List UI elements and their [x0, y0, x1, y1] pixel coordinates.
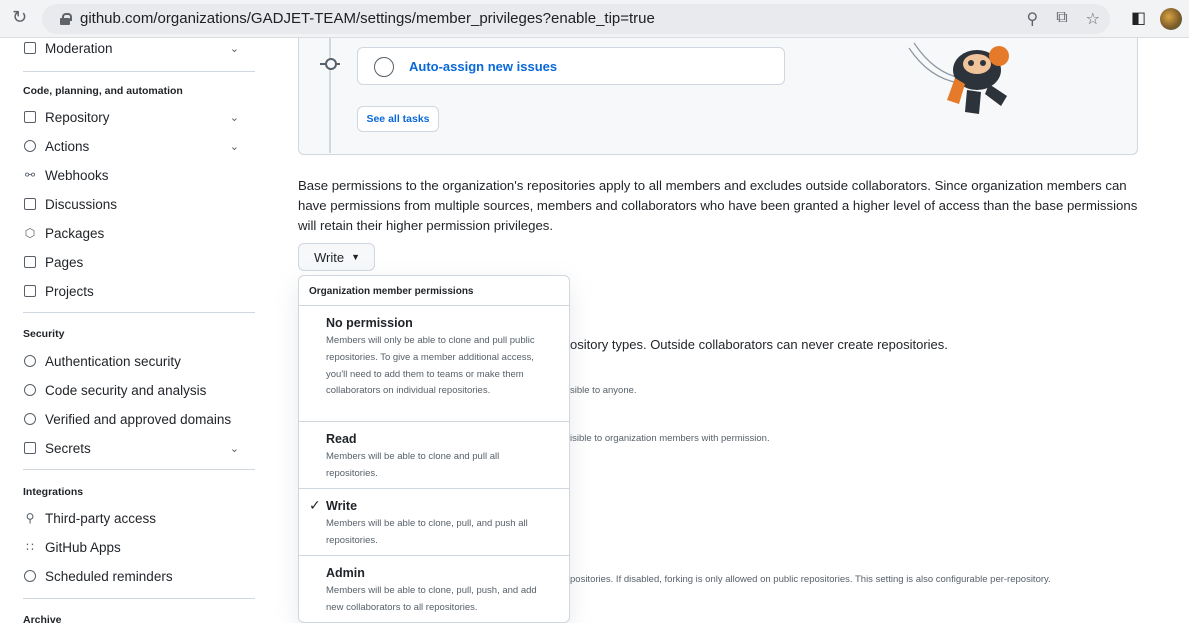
menu-item-no-permission[interactable]: No permission Members will only be able …	[299, 306, 569, 422]
zoom-icon[interactable]: ⚲	[1027, 9, 1039, 29]
webhook-icon: ⚯	[24, 168, 36, 182]
chevron-down-icon[interactable]: ⌄	[230, 42, 239, 55]
public-repo-note: sible to anyone.	[570, 385, 637, 396]
repo-icon	[23, 110, 37, 124]
key-icon: ⚲	[25, 511, 35, 525]
sidebar-item-label: Packages	[45, 225, 105, 241]
menu-item-description: Members will be able to clone, pull, pus…	[326, 585, 537, 613]
sidebar-item-repository[interactable]: Repository ⌄	[23, 104, 247, 130]
codescan-icon	[23, 383, 37, 397]
sidebar-item-label: Scheduled reminders	[45, 568, 173, 584]
sidebar-item-label: Webhooks	[45, 167, 109, 183]
private-repo-note: isible to organization members with perm…	[570, 433, 770, 444]
sidebar-item-label: Verified and approved domains	[45, 411, 232, 427]
address-bar[interactable]: github.com/organizations/GADJET-TEAM/set…	[42, 4, 1110, 34]
sidebar-item-pages[interactable]: Pages	[23, 249, 247, 275]
browser-toolbar: ↻ github.com/organizations/GADJET-TEAM/s…	[0, 0, 1189, 38]
chevron-down-icon[interactable]: ⌄	[230, 442, 239, 455]
asterisk-icon	[23, 441, 37, 455]
menu-item-read[interactable]: Read Members will be able to clone and p…	[299, 422, 569, 489]
divider	[23, 71, 255, 72]
sidebar-item-label: Repository	[45, 109, 110, 125]
sidebar-item-label: Secrets	[45, 440, 91, 456]
table-icon	[23, 284, 37, 298]
side-panel-icon[interactable]: ◧	[1131, 8, 1146, 28]
reload-icon[interactable]: ↻	[12, 7, 27, 28]
verified-icon	[23, 412, 37, 426]
comment-discussion-icon	[23, 197, 37, 211]
see-all-tasks-button[interactable]: See all tasks	[357, 106, 439, 132]
menu-item-title: No permission	[326, 316, 413, 330]
menu-item-description: Members will be able to clone and pull a…	[326, 451, 500, 479]
permissions-dropdown-menu: Organization member permissions No permi…	[298, 275, 570, 623]
sidebar-item-verified-domains[interactable]: Verified and approved domains	[23, 406, 247, 432]
caret-down-icon: ▼	[351, 252, 361, 262]
sidebar-item-label: Code security and analysis	[45, 382, 207, 398]
timeline-line	[329, 38, 331, 153]
sidebar-item-webhooks[interactable]: ⚯ Webhooks	[23, 162, 247, 188]
menu-item-admin[interactable]: Admin Members will be able to clone, pul…	[299, 556, 569, 622]
forking-note: positories. If disabled, forking is only…	[570, 574, 1051, 585]
sidebar-item-actions[interactable]: Actions ⌄	[23, 133, 247, 159]
task-auto-assign[interactable]: Auto-assign new issues	[357, 47, 785, 85]
task-status-circle-icon[interactable]	[374, 57, 394, 77]
menu-item-title: Admin	[326, 566, 365, 580]
chevron-down-icon[interactable]: ⌄	[230, 140, 239, 153]
selected-permission-label: Write	[314, 249, 345, 265]
sidebar-item-label: Discussions	[45, 196, 118, 212]
sidebar-item-moderation[interactable]: Moderation ⌄	[23, 35, 247, 61]
menu-item-description: Members will only be able to clone and p…	[326, 335, 535, 397]
profile-avatar[interactable]	[1160, 8, 1182, 30]
sidebar-item-scheduled-reminders[interactable]: Scheduled reminders	[23, 563, 247, 589]
task-link[interactable]: Auto-assign new issues	[409, 59, 557, 74]
base-permission-dropdown-button[interactable]: Write ▼	[298, 243, 375, 271]
sidebar-item-discussions[interactable]: Discussions	[23, 191, 247, 217]
lock-icon[interactable]	[60, 13, 72, 25]
sidebar-item-packages[interactable]: ⬡ Packages	[23, 220, 247, 246]
bookmark-star-icon[interactable]: ☆	[1086, 9, 1100, 29]
section-header-security: Security	[23, 328, 65, 340]
share-icon[interactable]: ⧉	[1056, 9, 1067, 29]
divider	[23, 598, 255, 599]
onboarding-tasks-card: Auto-assign new issues See all tasks	[298, 38, 1138, 155]
sidebar-item-label: Authentication security	[45, 353, 181, 369]
browser-icon	[23, 255, 37, 269]
shield-lock-icon	[23, 354, 37, 368]
menu-header: Organization member permissions	[299, 276, 569, 306]
sidebar-item-github-apps[interactable]: ∷ GitHub Apps	[23, 534, 247, 560]
chevron-down-icon[interactable]: ⌄	[230, 111, 239, 124]
sidebar-item-secrets[interactable]: Secrets ⌄	[23, 435, 247, 461]
clock-icon	[23, 569, 37, 583]
report-icon	[23, 41, 37, 55]
sidebar-item-label: Projects	[45, 283, 94, 299]
menu-item-title: Write	[326, 499, 358, 513]
repository-creation-text: ository types. Outside collaborators can…	[570, 337, 948, 352]
url-text[interactable]: github.com/organizations/GADJET-TEAM/set…	[80, 10, 655, 27]
sidebar-item-label: GitHub Apps	[45, 539, 121, 555]
sidebar-item-third-party-access[interactable]: ⚲ Third-party access	[23, 505, 247, 531]
sidebar-item-authentication-security[interactable]: Authentication security	[23, 348, 247, 374]
checkmark-icon: ✓	[309, 497, 321, 513]
sidebar-item-label: Moderation	[45, 40, 113, 56]
package-icon: ⬡	[24, 226, 36, 240]
menu-item-description: Members will be able to clone, pull, and…	[326, 518, 528, 546]
play-icon	[23, 139, 37, 153]
sidebar-item-code-security[interactable]: Code security and analysis	[23, 377, 247, 403]
timeline-node-icon	[320, 58, 340, 70]
menu-item-write[interactable]: ✓ Write Members will be able to clone, p…	[299, 489, 569, 556]
sidebar-item-label: Pages	[45, 254, 84, 270]
menu-item-title: Read	[326, 432, 357, 446]
section-header-archive: Archive	[23, 614, 62, 623]
divider	[23, 469, 255, 470]
section-header-integrations: Integrations	[23, 486, 84, 498]
sidebar-item-label: Actions	[45, 138, 90, 154]
sidebar-item-projects[interactable]: Projects	[23, 278, 247, 304]
apps-icon: ∷	[26, 540, 34, 554]
section-header-code: Code, planning, and automation	[23, 85, 183, 97]
divider	[23, 312, 255, 313]
octocat-mascot-illustration	[908, 42, 1009, 114]
settings-sidebar: Moderation ⌄ Code, planning, and automat…	[0, 38, 255, 623]
base-permissions-description: Base permissions to the organization's r…	[298, 178, 1138, 233]
sidebar-item-label: Third-party access	[45, 510, 157, 526]
